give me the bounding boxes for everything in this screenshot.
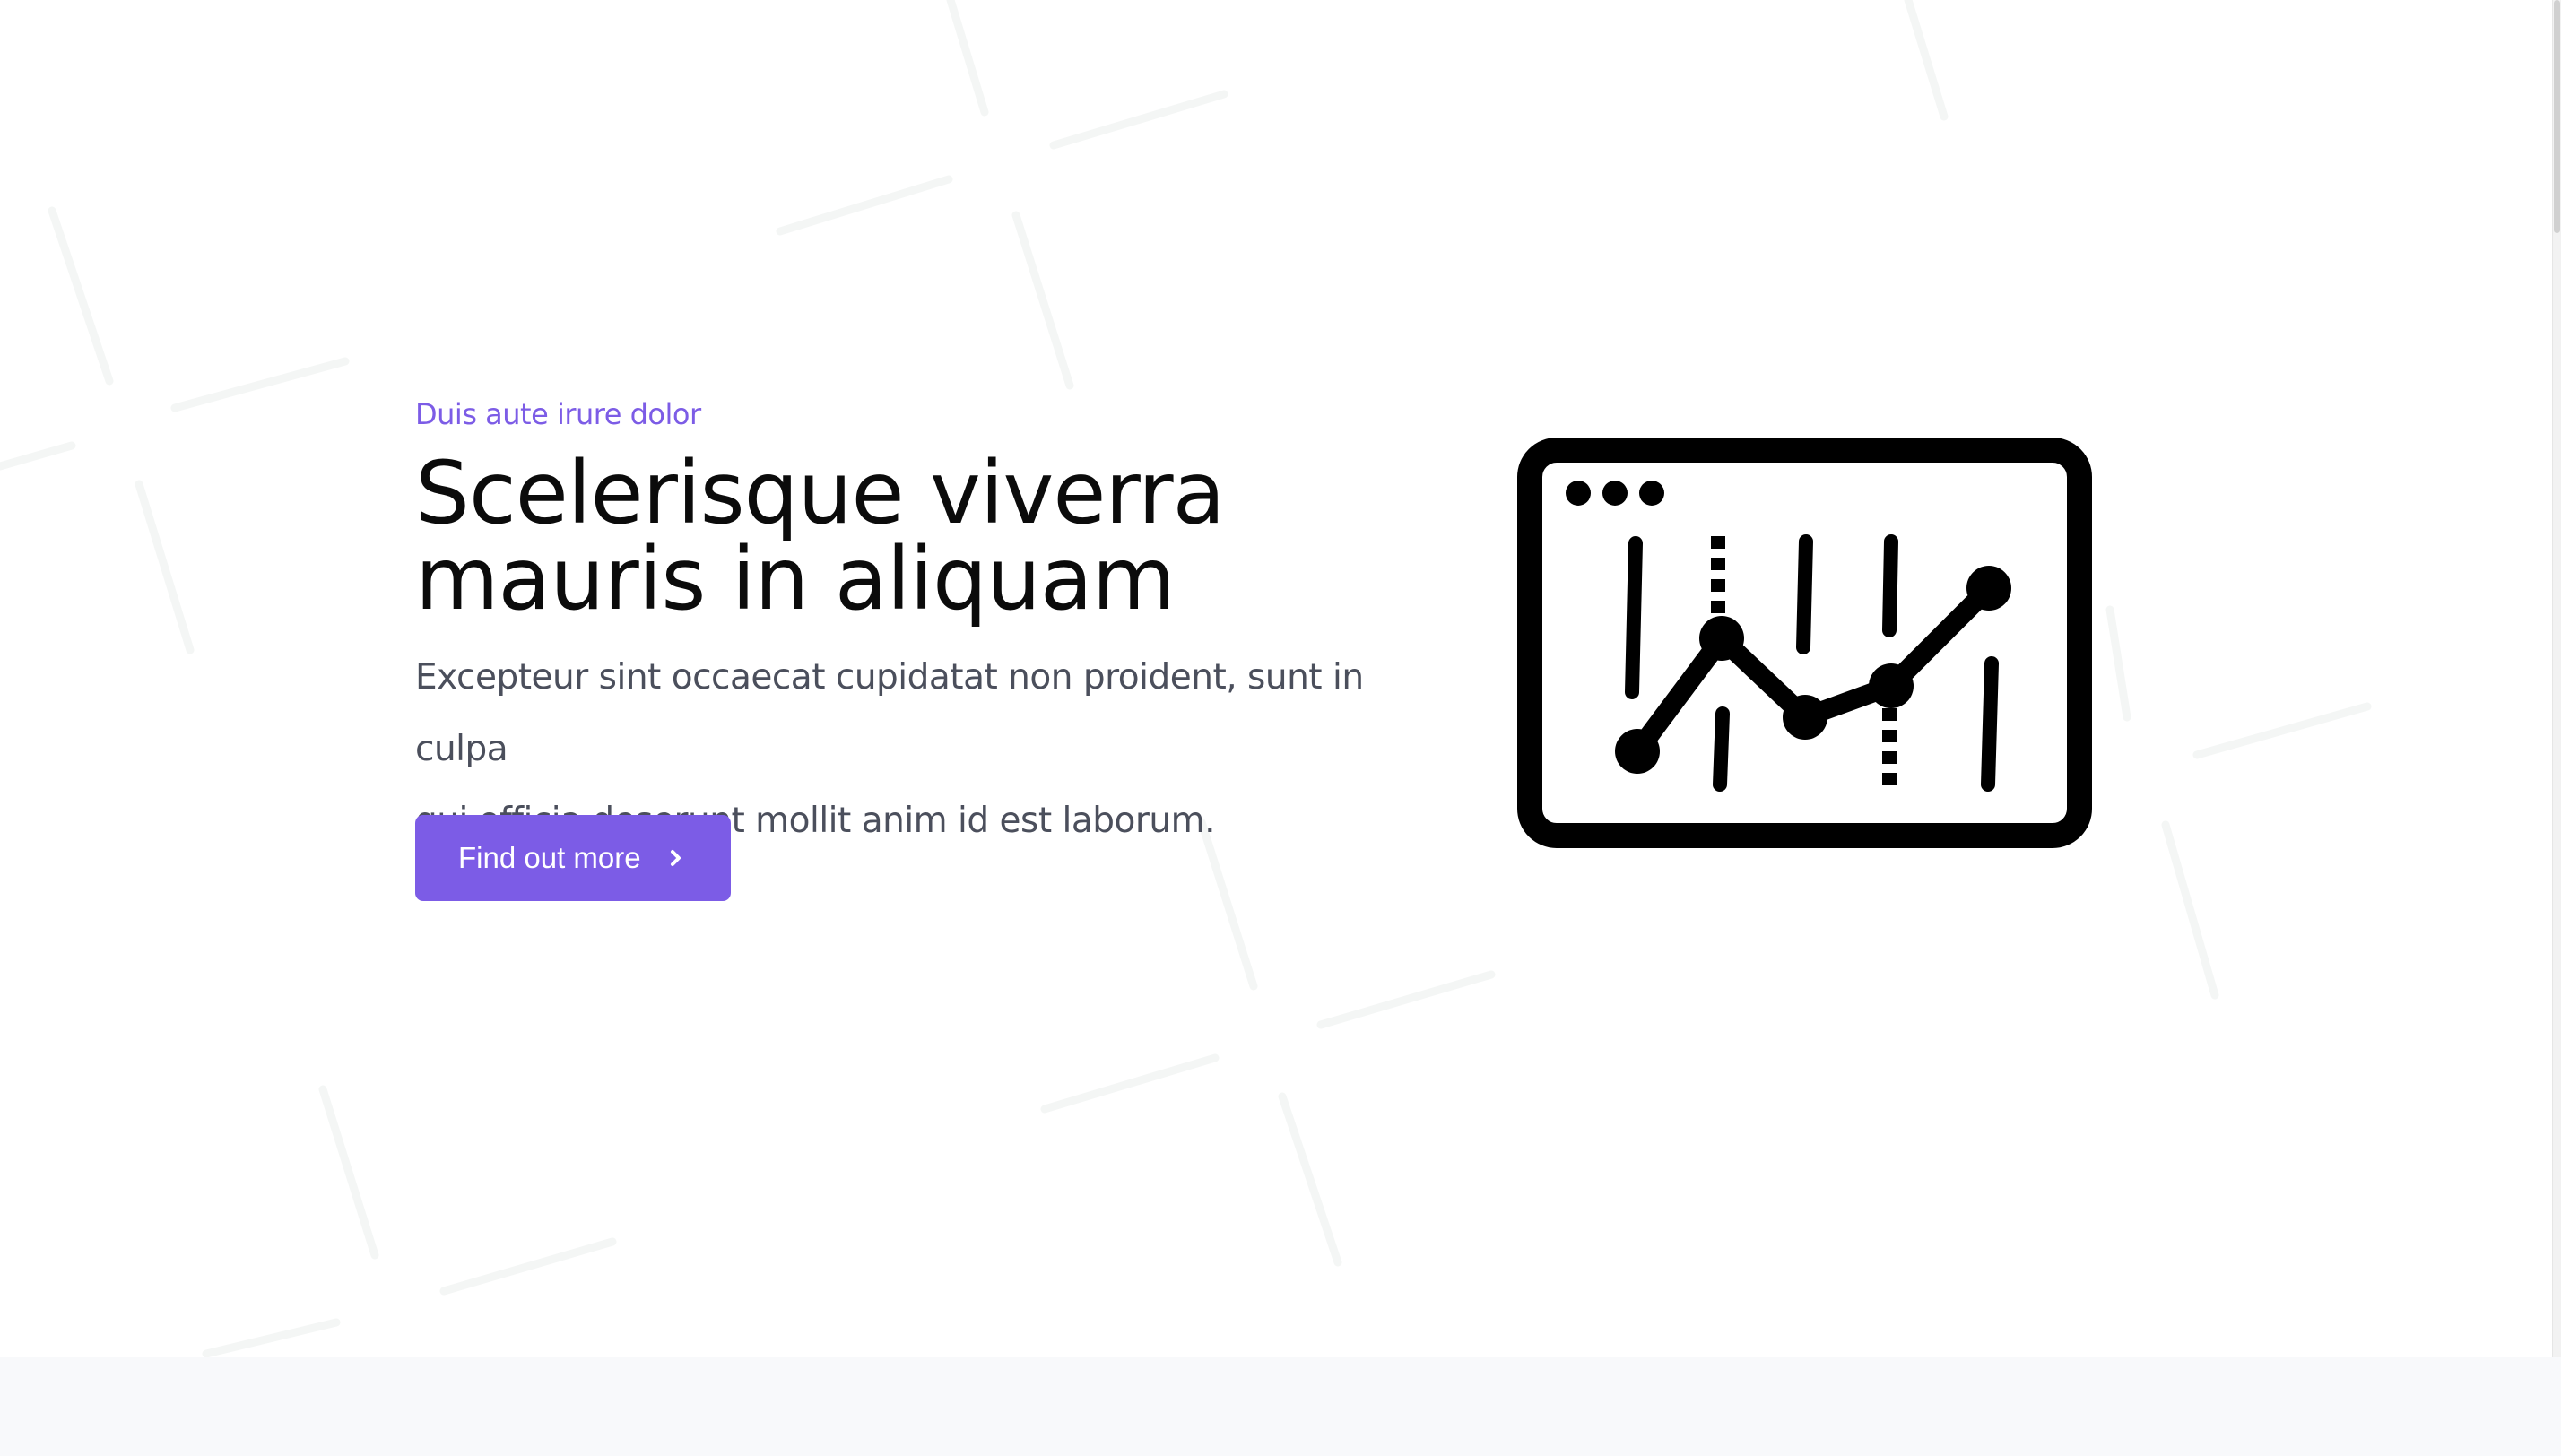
find-out-more-button[interactable]: Find out more	[415, 815, 731, 901]
chevron-right-icon	[670, 850, 681, 866]
hero-description-line-1: Excepteur sint occaecat cupidatat non pr…	[415, 657, 1364, 769]
analytics-chart-window-icon	[1517, 438, 2092, 848]
find-out-more-label: Find out more	[458, 841, 641, 874]
hero-text-block: Duis aute irure dolor Scelerisque viverr…	[415, 391, 1419, 857]
hero-title-line-1: Scelerisque viverra	[415, 443, 1225, 543]
next-section	[0, 1357, 2561, 1456]
page-scrollbar[interactable]	[2552, 0, 2561, 1357]
scrollbar-thumb[interactable]	[2554, 0, 2560, 233]
hero-eyebrow: Duis aute irure dolor	[415, 397, 701, 431]
hero-section: Duis aute irure dolor Scelerisque viverr…	[0, 0, 2552, 1357]
hero-title-line-2: mauris in aliquam	[415, 529, 1176, 629]
hero-title: Scelerisque viverra mauris in aliquam	[415, 450, 1419, 622]
